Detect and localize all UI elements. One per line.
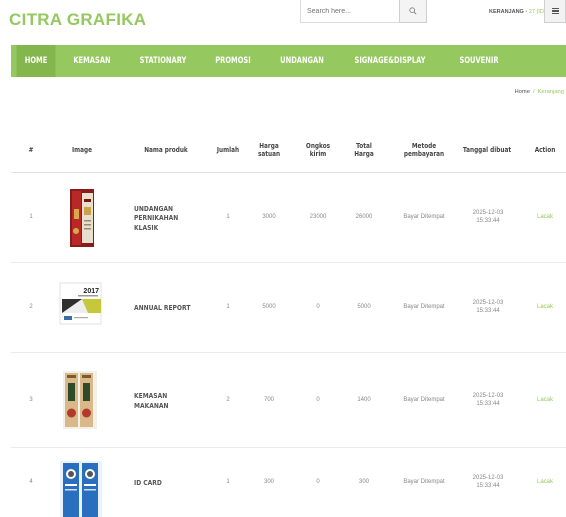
menu-button[interactable] [544, 0, 566, 23]
unit-price: 300 [263, 478, 274, 485]
breadcrumb: Home / Keranjang [514, 89, 564, 95]
column-header-payment-method: Metode pembayaran [403, 140, 445, 158]
column-header-total: Total Harga [354, 140, 374, 158]
product-name: KEMASAN MAKANAN [134, 391, 169, 410]
row-number: 2 [29, 304, 33, 311]
column-header-quantity: Jumlah [216, 144, 240, 154]
column-header-action: Action [534, 144, 556, 154]
search-input[interactable] [301, 0, 399, 23]
product-name: ID CARD [134, 477, 162, 487]
breadcrumb-separator: / [532, 89, 535, 95]
hamburger-icon-bar [551, 13, 559, 15]
cart-count: • 27 (ID) [525, 9, 546, 15]
payment-method: Bayar Ditempat [403, 304, 445, 311]
nav-item-undangan[interactable]: UNDANGAN [272, 45, 333, 77]
created-date: 2025-12-03 15:33:44 [472, 210, 504, 224]
payment-method: Bayar Ditempat [403, 396, 445, 403]
product-name: UNDANGAN PERNIKAHAN KLASIK [134, 203, 179, 232]
nav-item-souvenir[interactable]: SOUVENIR [448, 45, 510, 77]
annual-report-year: 2017 [83, 288, 99, 295]
track-link[interactable]: Lacak [525, 448, 565, 517]
column-header-image: Image [71, 144, 93, 154]
unit-price: 3000 [262, 214, 276, 221]
created-date: 2025-12-03 15:33:44 [472, 300, 504, 314]
shipping-cost: 0 [316, 478, 320, 485]
product-name: ANNUAL REPORT [134, 303, 191, 313]
nav-item-stationary[interactable]: STATIONARY [132, 45, 194, 77]
total-price: 1400 [357, 396, 371, 403]
column-header-date: Tanggal dibuat [462, 144, 512, 154]
kemasan-makanan-thumb[interactable] [58, 367, 103, 433]
table-header: # Image Nama produk Jumlah Harga satuan … [11, 127, 566, 173]
brand-logo[interactable]: CITRA GRAFIKA [9, 10, 146, 30]
search-button[interactable] [399, 0, 427, 23]
hamburger-icon-bar [551, 7, 559, 9]
nav-item-signage-display[interactable]: SIGNAGE&DISPLAY [352, 45, 428, 77]
breadcrumb-current: Keranjang [537, 89, 564, 95]
cart-link[interactable]: KERANJANG • 27 (ID) [489, 9, 546, 15]
column-header-number: # [28, 144, 34, 154]
annual-report-thumb[interactable]: 2017 [58, 281, 103, 326]
nav-item-kemasan[interactable]: KEMASAN [68, 45, 116, 77]
created-date: 2025-12-03 15:33:44 [472, 474, 504, 489]
column-header-shipping: Ongkos kirim [305, 140, 331, 158]
payment-method: Bayar Ditempat [403, 214, 445, 221]
search-icon [409, 7, 417, 15]
row-number: 3 [29, 396, 33, 403]
shipping-cost: 0 [316, 304, 320, 311]
track-link[interactable]: Lacak [525, 173, 565, 263]
cart-label: KERANJANG [489, 9, 524, 15]
shipping-cost: 0 [316, 396, 320, 403]
id-card-thumb[interactable] [59, 460, 103, 517]
main-nav: HOME KEMASAN STATIONARY PROMOSI UNDANGAN… [11, 45, 566, 77]
column-header-product-name: Nama produk [144, 144, 188, 154]
column-header-unit-price: Harga satuan [257, 140, 281, 158]
undangan-pernikahan-thumb[interactable] [62, 187, 104, 249]
shipping-cost: 23000 [309, 214, 327, 221]
track-link[interactable]: Lacak [525, 263, 565, 353]
created-date: 2025-12-03 15:33:44 [472, 392, 504, 407]
table-row: 2 2017 ANNUAL REPORT 1 5000 0 5000 Bayar… [11, 263, 566, 353]
table-row: 3 KEMASAN MAKANAN 2 700 0 1400 Bayar Dit… [11, 353, 566, 448]
quantity: 1 [226, 304, 230, 311]
unit-price: 700 [263, 396, 274, 403]
nav-item-promosi[interactable]: PROMOSI [210, 45, 257, 77]
quantity: 2 [226, 396, 230, 403]
payment-method: Bayar Ditempat [403, 478, 445, 485]
track-link[interactable]: Lacak [525, 353, 565, 448]
quantity: 1 [226, 214, 230, 221]
breadcrumb-home[interactable]: Home [514, 89, 529, 95]
unit-price: 5000 [262, 304, 276, 311]
nav-item-home[interactable]: HOME [16, 45, 56, 77]
quantity: 1 [226, 478, 230, 485]
total-price: 300 [358, 478, 369, 485]
row-number: 1 [29, 214, 33, 221]
total-price: 5000 [357, 304, 371, 311]
table-row: 4 ID CARD 1 300 0 300 Bayar Ditempat 202… [11, 448, 566, 517]
hamburger-icon-bar [551, 10, 559, 12]
total-price: 26000 [355, 214, 373, 221]
row-number: 4 [29, 478, 33, 485]
search-box[interactable] [300, 0, 400, 23]
table-row: 1 UNDANGAN PERNIKAHAN KLASIK 1 3000 2300… [11, 173, 566, 263]
